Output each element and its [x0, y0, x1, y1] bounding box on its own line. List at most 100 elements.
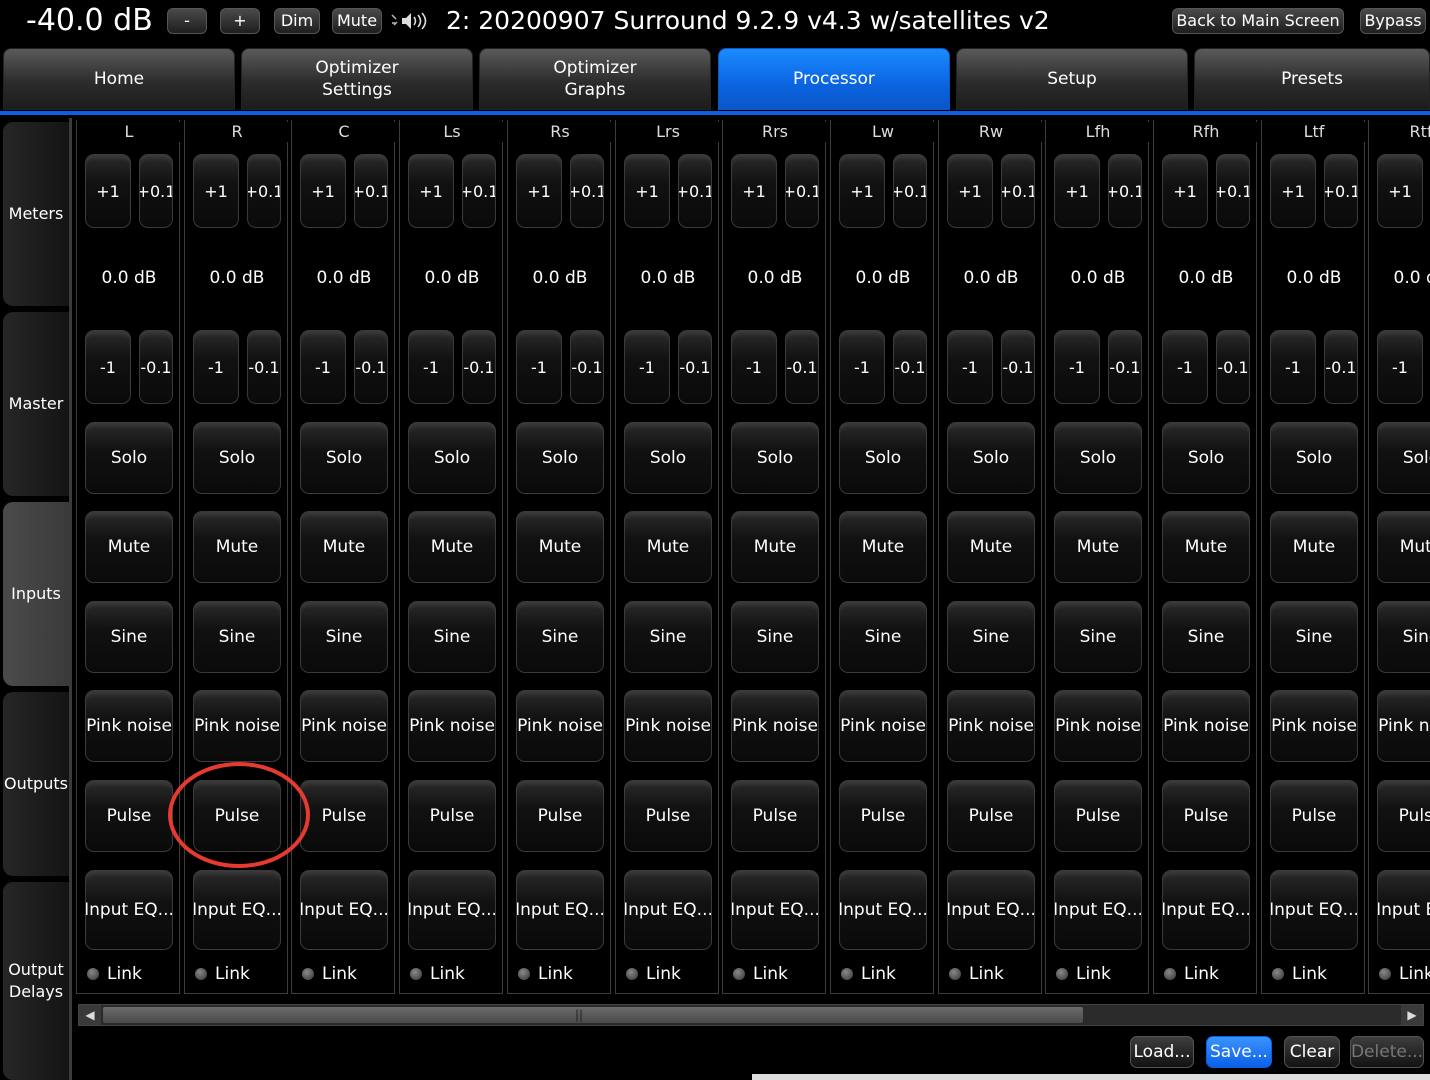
link-toggle[interactable]: Link [1379, 964, 1430, 984]
gain-plus-01-button[interactable]: +0.1 [893, 154, 927, 228]
gain-plus-1-button[interactable]: +1 [516, 154, 562, 228]
link-toggle[interactable]: Link [1272, 964, 1327, 984]
mute-button[interactable]: Mute [624, 511, 712, 583]
gain-minus-1-button[interactable]: -1 [193, 330, 239, 404]
gain-plus-01-button[interactable]: +0.1 [247, 154, 281, 228]
solo-button[interactable]: Solo [193, 422, 281, 494]
pink-noise-button[interactable]: Pink noise [516, 690, 604, 762]
pulse-button[interactable]: Pulse [85, 780, 173, 852]
sine-button[interactable]: Sine [731, 601, 819, 673]
pulse-button[interactable]: Pulse [1054, 780, 1142, 852]
sine-button[interactable]: Sine [193, 601, 281, 673]
clear-button[interactable]: Clear [1284, 1036, 1340, 1068]
gain-plus-01-button[interactable]: +0.1 [1001, 154, 1035, 228]
link-radio-icon[interactable] [841, 968, 853, 980]
gain-plus-1-button[interactable]: +1 [731, 154, 777, 228]
pink-noise-button[interactable]: Pink noise [1377, 690, 1430, 762]
solo-button[interactable]: Solo [947, 422, 1035, 494]
gain-minus-1-button[interactable]: -1 [408, 330, 454, 404]
link-toggle[interactable]: Link [626, 964, 681, 984]
gain-minus-1-button[interactable]: -1 [1270, 330, 1316, 404]
tab-presets[interactable]: Presets [1194, 48, 1430, 110]
save-button[interactable]: Save... [1206, 1036, 1272, 1068]
pulse-button[interactable]: Pulse [516, 780, 604, 852]
input-eq-button[interactable]: Input EQ... [1270, 870, 1358, 950]
solo-button[interactable]: Solo [85, 422, 173, 494]
pink-noise-button[interactable]: Pink noise [1270, 690, 1358, 762]
delete-button[interactable]: Delete... [1350, 1036, 1424, 1068]
gain-minus-1-button[interactable]: -1 [624, 330, 670, 404]
sine-button[interactable]: Sine [1054, 601, 1142, 673]
link-radio-icon[interactable] [1056, 968, 1068, 980]
pink-noise-button[interactable]: Pink noise [1162, 690, 1250, 762]
pink-noise-button[interactable]: Pink noise [1054, 690, 1142, 762]
gain-plus-1-button[interactable]: +1 [85, 154, 131, 228]
link-toggle[interactable]: Link [410, 964, 465, 984]
gain-minus-1-button[interactable]: -1 [1162, 330, 1208, 404]
link-radio-icon[interactable] [626, 968, 638, 980]
gain-plus-1-button[interactable]: +1 [193, 154, 239, 228]
link-radio-icon[interactable] [302, 968, 314, 980]
link-radio-icon[interactable] [1164, 968, 1176, 980]
pulse-button[interactable]: Pulse [1270, 780, 1358, 852]
link-radio-icon[interactable] [195, 968, 207, 980]
bypass-button[interactable]: Bypass [1360, 8, 1426, 34]
gain-minus-1-button[interactable]: -1 [947, 330, 993, 404]
gain-plus-1-button[interactable]: +1 [624, 154, 670, 228]
volume-down-button[interactable]: - [167, 8, 207, 34]
speaker-waves-icon[interactable] [390, 11, 430, 31]
gain-minus-01-button[interactable]: -0.1 [678, 330, 712, 404]
pulse-button[interactable]: Pulse [624, 780, 712, 852]
tab-home[interactable]: Home [3, 48, 235, 110]
input-eq-button[interactable]: Input EQ... [1377, 870, 1430, 950]
sine-button[interactable]: Sine [408, 601, 496, 673]
input-eq-button[interactable]: Input EQ... [1162, 870, 1250, 950]
gain-minus-1-button[interactable]: -1 [85, 330, 131, 404]
horizontal-scrollbar[interactable]: ◀ || ▶ [78, 1004, 1424, 1026]
sidebar-item-inputs[interactable]: Inputs [3, 502, 69, 686]
pink-noise-button[interactable]: Pink noise [624, 690, 712, 762]
gain-minus-1-button[interactable]: -1 [839, 330, 885, 404]
mute-button[interactable]: Mute [85, 511, 173, 583]
gain-plus-01-button[interactable]: +0.1 [1108, 154, 1142, 228]
scroll-right-arrow-icon[interactable]: ▶ [1401, 1005, 1423, 1025]
input-eq-button[interactable]: Input EQ... [947, 870, 1035, 950]
solo-button[interactable]: Solo [300, 422, 388, 494]
tab-optimizer-settings[interactable]: Optimizer Settings [241, 48, 473, 110]
sidebar-item-output-delays[interactable]: Output Delays [3, 882, 69, 1080]
mute-button[interactable]: Mute [408, 511, 496, 583]
sidebar-item-master[interactable]: Master [3, 312, 69, 496]
gain-minus-1-button[interactable]: -1 [1054, 330, 1100, 404]
mute-button[interactable]: Mute [1054, 511, 1142, 583]
link-toggle[interactable]: Link [841, 964, 896, 984]
solo-button[interactable]: Solo [1054, 422, 1142, 494]
gain-minus-01-button[interactable]: -0.1 [1001, 330, 1035, 404]
input-eq-button[interactable]: Input EQ... [516, 870, 604, 950]
sine-button[interactable]: Sine [947, 601, 1035, 673]
gain-plus-1-button[interactable]: +1 [1270, 154, 1316, 228]
input-eq-button[interactable]: Input EQ... [85, 870, 173, 950]
back-to-main-button[interactable]: Back to Main Screen [1172, 8, 1344, 34]
link-radio-icon[interactable] [1379, 968, 1391, 980]
gain-minus-01-button[interactable]: -0.1 [1324, 330, 1358, 404]
pulse-button[interactable]: Pulse [1162, 780, 1250, 852]
pink-noise-button[interactable]: Pink noise [731, 690, 819, 762]
mute-button[interactable]: Mute [947, 511, 1035, 583]
mute-button[interactable]: Mute [516, 511, 604, 583]
sine-button[interactable]: Sine [1162, 601, 1250, 673]
mute-button[interactable]: Mute [300, 511, 388, 583]
mute-button[interactable]: Mute [193, 511, 281, 583]
gain-plus-1-button[interactable]: +1 [1377, 154, 1423, 228]
input-eq-button[interactable]: Input EQ... [624, 870, 712, 950]
gain-minus-1-button[interactable]: -1 [731, 330, 777, 404]
link-radio-icon[interactable] [733, 968, 745, 980]
gain-plus-1-button[interactable]: +1 [839, 154, 885, 228]
tab-setup[interactable]: Setup [956, 48, 1188, 110]
pulse-button[interactable]: Pulse [839, 780, 927, 852]
sine-button[interactable]: Sine [1377, 601, 1430, 673]
gain-plus-01-button[interactable]: +0.1 [462, 154, 496, 228]
solo-button[interactable]: Solo [1377, 422, 1430, 494]
link-toggle[interactable]: Link [518, 964, 573, 984]
mute-button[interactable]: Mute [1270, 511, 1358, 583]
gain-minus-01-button[interactable]: -0.1 [785, 330, 819, 404]
